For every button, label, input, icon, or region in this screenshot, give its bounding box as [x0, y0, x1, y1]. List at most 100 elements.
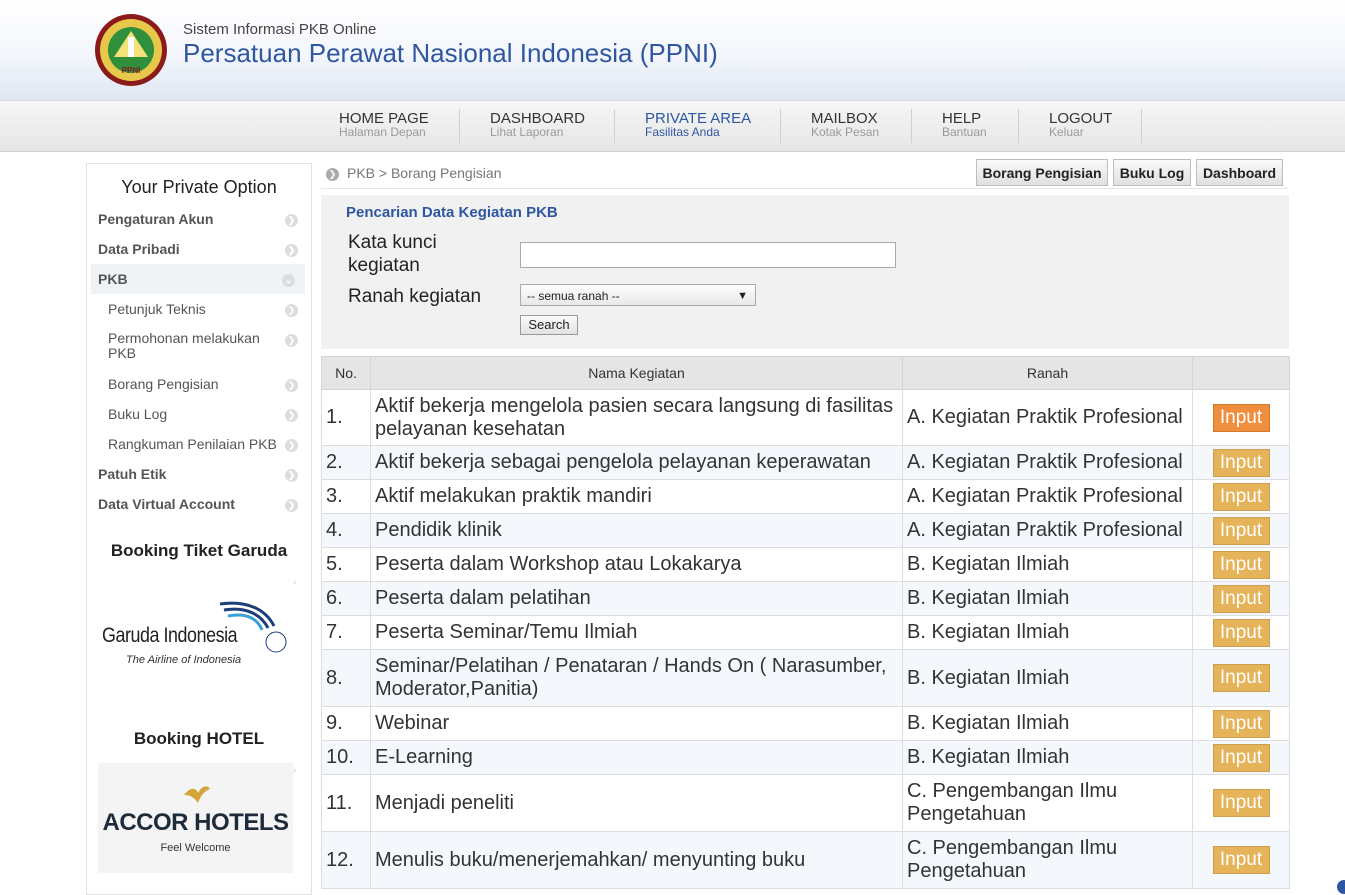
- table-body: 1. Aktif bekerja mengelola pasien secara…: [321, 389, 1290, 889]
- garuda-banner[interactable]: Garuda Indonesia The Airline of Indonesi…: [98, 594, 294, 674]
- accor-name: ACCOR HOTELS: [102, 809, 290, 836]
- borang-pengisian-button[interactable]: Borang Pengisian: [976, 159, 1108, 186]
- ranah-select[interactable]: -- semua ranah -- ▼: [520, 284, 756, 306]
- table-row: 4. Pendidik klinik A. Kegiatan Praktik P…: [321, 513, 1290, 548]
- garuda-tagline: The Airline of Indonesia: [126, 654, 242, 666]
- input-button[interactable]: Input: [1212, 482, 1270, 511]
- cell-ranah: A. Kegiatan Praktik Profesional: [902, 479, 1193, 514]
- cell-action: Input: [1192, 706, 1290, 741]
- booking-hotel-title: Booking HOTEL: [133, 729, 265, 748]
- table-row: 6. Peserta dalam pelatihan B. Kegiatan I…: [321, 581, 1290, 616]
- nav-private-area-sub: Fasilitas Anda: [645, 125, 720, 139]
- cell-action: Input: [1192, 740, 1290, 775]
- chevron-right-icon: ❯: [285, 334, 298, 347]
- cell-action: Input: [1192, 389, 1290, 446]
- sidebar-item-patuh-etik[interactable]: Patuh Etik ❯: [98, 466, 308, 486]
- table-row: 9. Webinar B. Kegiatan Ilmiah Input: [321, 706, 1290, 741]
- input-button[interactable]: Input: [1212, 448, 1270, 477]
- sidebar-item-data-virtual-account[interactable]: Data Virtual Account ❯: [98, 496, 308, 516]
- col-header-nama: Nama Kegiatan: [370, 356, 903, 390]
- input-button[interactable]: Input: [1212, 516, 1270, 545]
- input-button[interactable]: Input: [1212, 743, 1270, 772]
- cell-no: 2.: [321, 445, 371, 480]
- svg-text:PPNI: PPNI: [122, 66, 141, 75]
- nav-private-area[interactable]: PRIVATE AREA Fasilitas Anda: [615, 101, 781, 151]
- nav-mailbox[interactable]: MAILBOX Kotak Pesan: [781, 101, 912, 151]
- input-button[interactable]: Input: [1212, 709, 1270, 738]
- cell-nama: Menulis buku/menerjemahkan/ menyunting b…: [370, 831, 903, 889]
- chevron-right-icon: ❯: [285, 244, 298, 257]
- sidebar-item-pkb[interactable]: PKB ⌄: [91, 264, 305, 294]
- chevron-right-icon: ❯: [285, 214, 298, 227]
- search-panel: Pencarian Data Kegiatan PKB Kata kunci k…: [321, 195, 1289, 349]
- ranah-label: Ranah kegiatan: [348, 286, 482, 307]
- nav-home-sub: Halaman Depan: [339, 125, 426, 139]
- site-title: Persatuan Perawat Nasional Indonesia (PP…: [183, 38, 718, 68]
- input-button[interactable]: Input: [1212, 584, 1270, 613]
- chevron-right-icon: ❯: [285, 439, 298, 452]
- chevron-right-icon: ❯: [285, 469, 298, 482]
- cell-no: 6.: [321, 581, 371, 616]
- input-button[interactable]: Input: [1212, 403, 1270, 432]
- garuda-name: Garuda Indonesia: [102, 624, 238, 647]
- cell-ranah: C. Pengembangan Ilmu Pengetahuan: [902, 831, 1193, 889]
- sidebar-item-label: Patuh Etik: [98, 466, 167, 482]
- cell-action: Input: [1192, 479, 1290, 514]
- nav-home[interactable]: HOME PAGE Halaman Depan: [339, 101, 460, 151]
- cell-nama: E-Learning: [370, 740, 903, 775]
- keyword-label: Kata kunci kegiatan: [348, 231, 437, 277]
- scroll-to-top-icon[interactable]: [1337, 880, 1345, 894]
- cell-nama: Webinar: [370, 706, 903, 741]
- input-button[interactable]: Input: [1212, 618, 1270, 647]
- nav-help[interactable]: HELP Bantuan: [912, 101, 1019, 151]
- sidebar-item-buku-log[interactable]: Buku Log ❯: [108, 406, 308, 426]
- cell-nama: Seminar/Pelatihan / Penataran / Hands On…: [370, 649, 903, 707]
- col-header-ranah: Ranah: [902, 356, 1193, 390]
- cell-nama: Aktif bekerja mengelola pasien secara la…: [370, 389, 903, 446]
- cell-nama: Peserta dalam pelatihan: [370, 581, 903, 616]
- sidebar-item-petunjuk-teknis[interactable]: Petunjuk Teknis ❯: [108, 301, 308, 321]
- kegiatan-table: No. Nama Kegiatan Ranah 1. Aktif bekerja…: [321, 356, 1290, 889]
- cell-nama: Pendidik klinik: [370, 513, 903, 548]
- buku-log-button[interactable]: Buku Log: [1113, 159, 1191, 186]
- sidebar-title: Your Private Option: [121, 177, 277, 197]
- input-button[interactable]: Input: [1212, 550, 1270, 579]
- col-header-no: No.: [321, 356, 371, 390]
- cell-no: 7.: [321, 615, 371, 650]
- sidebar-item-label: Permohonan melakukan PKB: [108, 330, 260, 361]
- booking-garuda-title: Booking Tiket Garuda: [110, 541, 288, 560]
- nav-dashboard-sub: Lihat Laporan: [490, 125, 564, 139]
- sidebar-item-pengaturan-akun[interactable]: Pengaturan Akun ❯: [98, 211, 308, 231]
- cell-ranah: B. Kegiatan Ilmiah: [902, 547, 1193, 582]
- keyword-input[interactable]: [520, 242, 896, 268]
- ppni-logo[interactable]: PPNI: [94, 13, 168, 87]
- chevron-down-icon: ⌄: [282, 274, 295, 287]
- site-header: PPNI Sistem Informasi PKB Online Persatu…: [0, 0, 1345, 100]
- cell-ranah: B. Kegiatan Ilmiah: [902, 740, 1193, 775]
- dashboard-button[interactable]: Dashboard: [1196, 159, 1283, 186]
- search-button[interactable]: Search: [520, 315, 578, 335]
- ranah-select-value: -- semua ranah --: [527, 289, 620, 303]
- cell-nama: Peserta Seminar/Temu Ilmiah: [370, 615, 903, 650]
- input-button[interactable]: Input: [1212, 789, 1270, 817]
- cell-no: 8.: [321, 649, 371, 707]
- keyword-label-line1: Kata kunci: [348, 232, 437, 253]
- accor-banner[interactable]: ACCOR HOTELS Feel Welcome: [98, 763, 293, 873]
- sidebar-item-data-pribadi[interactable]: Data Pribadi ❯: [98, 241, 308, 261]
- sidebar-item-borang-pengisian[interactable]: Borang Pengisian ❯: [108, 376, 308, 396]
- cell-nama: Aktif bekerja sebagai pengelola pelayana…: [370, 445, 903, 480]
- sidebar-item-permohonan-pkb[interactable]: Permohonan melakukan PKB ❯: [108, 331, 308, 363]
- carousel-arrow-icon[interactable]: ›: [293, 577, 297, 588]
- carousel-arrow-icon[interactable]: ›: [293, 765, 297, 776]
- sidebar-item-rangkuman-penilaian[interactable]: Rangkuman Penilaian PKB ❯: [108, 436, 308, 456]
- input-button[interactable]: Input: [1212, 846, 1270, 874]
- cell-action: Input: [1192, 774, 1290, 832]
- cell-ranah: A. Kegiatan Praktik Profesional: [902, 389, 1193, 446]
- input-button[interactable]: Input: [1212, 664, 1270, 692]
- cell-no: 5.: [321, 547, 371, 582]
- nav-dashboard[interactable]: DASHBOARD Lihat Laporan: [460, 101, 615, 151]
- cell-ranah: A. Kegiatan Praktik Profesional: [902, 513, 1193, 548]
- chevron-right-icon: ❯: [285, 499, 298, 512]
- breadcrumb: PKB > Borang Pengisian: [347, 165, 502, 181]
- nav-logout[interactable]: LOGOUT Keluar: [1019, 101, 1142, 151]
